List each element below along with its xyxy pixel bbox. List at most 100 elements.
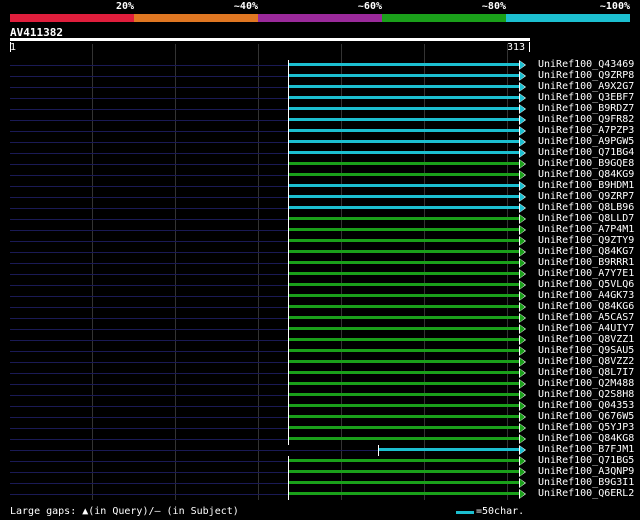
hit-name-link[interactable]: UniRef100_Q8LB96 (538, 202, 634, 213)
legend-segment (506, 14, 630, 22)
hit-name-link[interactable]: UniRef100_Q84KG9 (538, 169, 634, 180)
alignment-bar[interactable] (289, 250, 520, 253)
alignment-bar[interactable] (289, 162, 520, 165)
hit-name-link[interactable]: UniRef100_A9PGW5 (538, 136, 634, 147)
hit-name-link[interactable]: UniRef100_Q84KG8 (538, 433, 634, 444)
hit-name-link[interactable]: UniRef100_Q8L7I7 (538, 367, 634, 378)
alignment-bar[interactable] (289, 371, 520, 374)
unaligned-segment (10, 384, 288, 385)
alignment-bar[interactable] (289, 470, 520, 473)
alignment-bar[interactable] (289, 261, 520, 264)
alignment-bar[interactable] (289, 272, 520, 275)
hit-name-link[interactable]: UniRef100_A4GK73 (538, 290, 634, 301)
arrow-icon (519, 115, 526, 125)
alignment-bar[interactable] (289, 96, 520, 99)
legend-label: ~60% (357, 1, 382, 12)
hit-name-link[interactable]: UniRef100_Q8LLD7 (538, 213, 634, 224)
alignment-bar[interactable] (379, 448, 520, 451)
hit-name-link[interactable]: UniRef100_A7P4M1 (538, 224, 634, 235)
hit-name-link[interactable]: UniRef100_Q6ERL2 (538, 488, 634, 499)
alignment-bar[interactable] (289, 129, 520, 132)
hit-row[interactable]: UniRef100_Q6ERL2 (0, 488, 640, 500)
arrow-icon (519, 71, 526, 81)
hit-name-link[interactable]: UniRef100_B9RDZ7 (538, 103, 634, 114)
alignment-bar[interactable] (289, 283, 520, 286)
alignment-bar[interactable] (289, 151, 520, 154)
hit-name-link[interactable]: UniRef100_Q8VZZ2 (538, 356, 634, 367)
alignment-bar[interactable] (289, 217, 520, 220)
hit-name-link[interactable]: UniRef100_B9RRR1 (538, 257, 634, 268)
hit-name-link[interactable]: UniRef100_Q5VLQ6 (538, 279, 634, 290)
alignment-bar[interactable] (289, 393, 520, 396)
hit-name-link[interactable]: UniRef100_Q5YJP3 (538, 422, 634, 433)
arrow-icon (519, 181, 526, 191)
alignment-bar[interactable] (289, 74, 520, 77)
hit-name-link[interactable]: UniRef100_Q676W5 (538, 411, 634, 422)
ruler-start-label: 1 (10, 42, 17, 53)
hit-name-link[interactable]: UniRef100_Q3EBF7 (538, 92, 634, 103)
hit-name-link[interactable]: UniRef100_A4UIY7 (538, 323, 634, 334)
hit-name-link[interactable]: UniRef100_Q71BG4 (538, 147, 634, 158)
alignment-bar[interactable] (289, 338, 520, 341)
hit-name-link[interactable]: UniRef100_Q9ZRP8 (538, 70, 634, 81)
arrow-icon (519, 60, 526, 70)
legend-label: ~100% (599, 1, 630, 12)
hit-name-link[interactable]: UniRef100_Q9ZRP7 (538, 191, 634, 202)
arrow-icon (519, 291, 526, 301)
alignment-bar[interactable] (289, 492, 520, 495)
alignment-bar[interactable] (289, 459, 520, 462)
legend-segment (10, 14, 134, 22)
alignment-bar[interactable] (289, 184, 520, 187)
alignment-bar[interactable] (289, 437, 520, 440)
hit-name-link[interactable]: UniRef100_Q04353 (538, 400, 634, 411)
hit-name-link[interactable]: UniRef100_B7FJM1 (538, 444, 634, 455)
alignment-bar[interactable] (289, 140, 520, 143)
hit-name-link[interactable]: UniRef100_Q84KG7 (538, 246, 634, 257)
hit-name-link[interactable]: UniRef100_A3QNP9 (538, 466, 634, 477)
alignment-bar[interactable] (289, 63, 520, 66)
alignment-bar[interactable] (289, 316, 520, 319)
alignment-bar[interactable] (289, 382, 520, 385)
alignment-bar[interactable] (289, 228, 520, 231)
unaligned-segment (10, 230, 288, 231)
hit-name-link[interactable]: UniRef100_A7PZP3 (538, 125, 634, 136)
hit-name-link[interactable]: UniRef100_B9GQE8 (538, 158, 634, 169)
alignment-bar[interactable] (289, 426, 520, 429)
alignment-bar[interactable] (289, 118, 520, 121)
alignment-bar[interactable] (289, 239, 520, 242)
hit-name-link[interactable]: UniRef100_Q2S8H8 (538, 389, 634, 400)
hit-name-link[interactable]: UniRef100_B9HDM1 (538, 180, 634, 191)
alignment-bar[interactable] (289, 404, 520, 407)
unaligned-segment (10, 263, 288, 264)
hit-name-link[interactable]: UniRef100_Q2M488 (538, 378, 634, 389)
hit-name-link[interactable]: UniRef100_A5CAS7 (538, 312, 634, 323)
unaligned-segment (10, 439, 288, 440)
alignment-bar[interactable] (289, 349, 520, 352)
alignment-bar[interactable] (289, 360, 520, 363)
alignment-bar[interactable] (289, 294, 520, 297)
alignment-bar[interactable] (289, 305, 520, 308)
hit-name-link[interactable]: UniRef100_Q84KG6 (538, 301, 634, 312)
hit-name-link[interactable]: UniRef100_Q9FR82 (538, 114, 634, 125)
alignment-bar[interactable] (289, 85, 520, 88)
hit-name-link[interactable]: UniRef100_Q71BG5 (538, 455, 634, 466)
arrow-icon (519, 445, 526, 455)
hit-name-link[interactable]: UniRef100_Q8VZZ1 (538, 334, 634, 345)
hit-name-link[interactable]: UniRef100_A9X2G7 (538, 81, 634, 92)
alignment-bar[interactable] (289, 107, 520, 110)
alignment-bar[interactable] (289, 206, 520, 209)
alignment-bar[interactable] (289, 327, 520, 330)
hit-name-link[interactable]: UniRef100_Q9SAU5 (538, 345, 634, 356)
alignment-bar[interactable] (289, 195, 520, 198)
hit-name-link[interactable]: UniRef100_Q43469 (538, 59, 634, 70)
unaligned-segment (10, 373, 288, 374)
hit-name-link[interactable]: UniRef100_Q9ZTY9 (538, 235, 634, 246)
hit-name-link[interactable]: UniRef100_A7Y7E1 (538, 268, 634, 279)
alignment-bar[interactable] (289, 173, 520, 176)
alignment-bar[interactable] (289, 481, 520, 484)
unaligned-segment (10, 87, 288, 88)
arrow-icon (519, 104, 526, 114)
hit-name-link[interactable]: UniRef100_B9G3I1 (538, 477, 634, 488)
arrow-icon (519, 346, 526, 356)
alignment-bar[interactable] (289, 415, 520, 418)
